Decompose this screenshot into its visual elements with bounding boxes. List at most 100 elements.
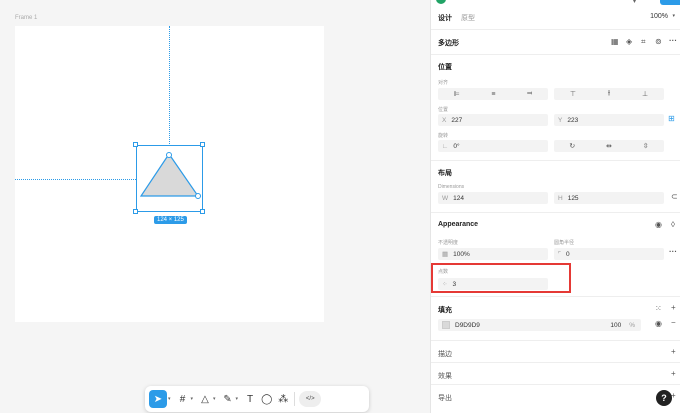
align-bottom-icon[interactable]: ⊥ <box>642 90 648 98</box>
selection-box[interactable] <box>136 145 203 212</box>
y-field[interactable]: Y 223 <box>554 114 664 126</box>
add-icon[interactable]: + <box>671 303 676 312</box>
diamond-icon[interactable]: ◈ <box>626 37 632 46</box>
horizontal-align-group: ⊫ ≡ ⫤ <box>438 88 548 100</box>
color-swatch[interactable] <box>442 321 450 329</box>
position-title: 位置 <box>438 64 452 71</box>
fill-section: 填充 ⁙ + D9D9D9 100 % ◉ − <box>431 297 680 341</box>
canvas[interactable]: Frame 1 124 × 125 <box>0 0 430 413</box>
chevron-down-icon[interactable]: ▾ <box>236 396 239 402</box>
rotation-label: 旋转 <box>438 133 449 139</box>
resize-handle-se[interactable] <box>200 209 205 214</box>
radius-field[interactable]: ⌜ 0 <box>554 248 664 260</box>
properties-panel: ▾ 设计 原型 100% ▾ 多边形 ▦ ◈ ⌗ ⊚ ··· 位置 对齐 ⊫ ≡… <box>430 0 680 413</box>
x-field[interactable]: X 227 <box>438 114 548 126</box>
chevron-down-icon[interactable]: ▾ <box>672 13 675 19</box>
export-section[interactable]: 导出 + <box>431 385 680 407</box>
chevron-down-icon[interactable]: ▾ <box>168 396 171 402</box>
hash-icon[interactable]: # <box>176 390 190 408</box>
droplet-icon[interactable]: ◊ <box>671 220 675 229</box>
resize-handle-nw[interactable] <box>133 142 138 147</box>
frame-label[interactable]: Frame 1 <box>15 15 37 21</box>
corner-icon: ⌜ <box>558 251 562 258</box>
y-value: 223 <box>567 116 579 124</box>
layout-section: 布局 Dimensions W 124 H 125 ⊂ <box>431 161 680 213</box>
tab-design[interactable]: 设计 <box>438 13 452 23</box>
fill-field[interactable]: D9D9D9 100 % <box>438 319 641 331</box>
chevron-down-icon[interactable]: ▾ <box>213 396 216 402</box>
height-field[interactable]: H 125 <box>554 192 664 204</box>
stroke-section[interactable]: 描边 + <box>431 341 680 363</box>
fill-title: 填充 <box>438 307 452 314</box>
tab-prototype[interactable]: 原型 <box>461 13 475 23</box>
align-label: 对齐 <box>438 80 449 86</box>
share-button[interactable] <box>660 0 680 5</box>
align-left-icon[interactable]: ⊫ <box>454 90 460 98</box>
avatar[interactable] <box>436 0 446 4</box>
component-icon[interactable]: ▦ <box>611 37 619 46</box>
opacity-label: 不透明度 <box>438 240 459 246</box>
dev-mode-toggle[interactable]: </> <box>299 391 322 407</box>
w-prefix: W <box>442 194 449 202</box>
text-icon[interactable]: T <box>243 390 257 408</box>
radius-value: 0 <box>566 250 570 258</box>
add-icon[interactable]: + <box>671 347 676 356</box>
help-button[interactable]: ? <box>656 390 672 406</box>
guide-vertical <box>169 26 170 146</box>
chevron-down-icon[interactable]: ▾ <box>191 396 194 402</box>
h-value: 125 <box>567 194 579 202</box>
align-middle-icon[interactable]: ⫲ <box>608 90 610 98</box>
rotation-value: 0° <box>453 142 460 150</box>
pos-label: 位置 <box>438 107 449 113</box>
remove-icon[interactable]: − <box>671 318 676 327</box>
resize-handle-sw[interactable] <box>133 209 138 214</box>
align-top-icon[interactable]: ⊤ <box>570 90 576 98</box>
resize-handle-ne[interactable] <box>200 142 205 147</box>
width-field[interactable]: W 124 <box>438 192 548 204</box>
align-center-h-icon[interactable]: ≡ <box>491 91 495 98</box>
dimensions-label: Dimensions <box>438 184 465 190</box>
eye-icon[interactable]: ◉ <box>655 220 662 229</box>
layout-title: 布局 <box>438 170 452 177</box>
comment-icon[interactable]: ◯ <box>259 390 274 408</box>
link-icon[interactable]: ⊂ <box>671 192 678 201</box>
effects-section[interactable]: 效果 + <box>431 363 680 385</box>
angle-icon: ∟ <box>442 142 449 150</box>
align-right-icon[interactable]: ⫤ <box>527 90 532 98</box>
flip-vertical-icon[interactable]: ⇳ <box>643 142 649 150</box>
x-value: 227 <box>451 116 463 124</box>
y-prefix: Y <box>558 116 563 124</box>
constraints-icon[interactable]: ⊞ <box>668 114 675 123</box>
pen-icon[interactable]: ✎ <box>221 390 235 408</box>
components-icon[interactable]: ⁂ <box>276 390 290 408</box>
zoom-level[interactable]: 100% <box>650 13 668 20</box>
radius-label: 圆角半径 <box>554 240 575 246</box>
fill-hex: D9D9D9 <box>455 321 480 329</box>
toolbar-divider <box>294 392 296 406</box>
eye-icon[interactable]: ◉ <box>655 319 662 328</box>
flip-horizontal-icon[interactable]: ⇹ <box>606 142 612 150</box>
bottom-toolbar: ➤ ▾ # ▾ △ ▾ ✎ ▾ T ◯ ⁂ </> <box>145 386 369 412</box>
vertical-align-group: ⊤ ⫲ ⊥ <box>554 88 664 100</box>
more-icon[interactable]: ··· <box>669 247 677 256</box>
shape-title: 多边形 <box>438 40 459 47</box>
boolean-icon[interactable]: ⊚ <box>655 37 662 46</box>
frame-icon[interactable]: ⌗ <box>641 37 646 47</box>
w-value: 124 <box>453 194 464 202</box>
opacity-field[interactable]: ▦ 100% <box>438 248 548 260</box>
appearance-title: Appearance <box>438 221 479 228</box>
opacity-icon: ▦ <box>442 251 449 258</box>
effects-title: 效果 <box>438 373 452 380</box>
rotate-icon[interactable]: ↻ <box>569 142 575 150</box>
cursor-icon[interactable]: ➤ <box>149 390 167 408</box>
panel-header: ▾ 设计 原型 100% ▾ <box>431 0 680 30</box>
opacity-value: 100% <box>453 250 470 258</box>
h-prefix: H <box>558 194 563 202</box>
add-icon[interactable]: + <box>671 369 676 378</box>
rotation-field[interactable]: ∟ 0° <box>438 140 548 152</box>
guide-horizontal <box>15 179 136 180</box>
chevron-down-icon[interactable]: ▾ <box>633 0 636 5</box>
grid-icon[interactable]: ⁙ <box>655 304 662 313</box>
more-icon[interactable]: ··· <box>669 36 677 45</box>
triangle-icon[interactable]: △ <box>198 390 212 408</box>
